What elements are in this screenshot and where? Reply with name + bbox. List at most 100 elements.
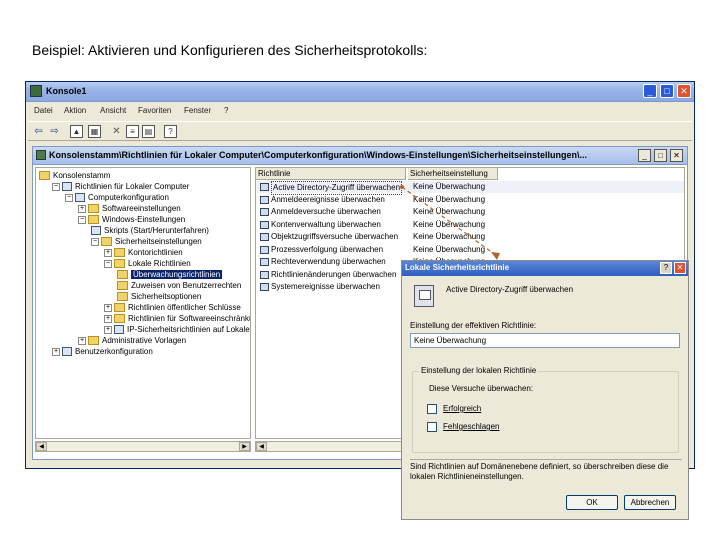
- tree-node[interactable]: + Administrative Vorlagen: [78, 335, 186, 346]
- col-header-sicherheitseinstellung[interactable]: Sicherheitseinstellung: [408, 168, 498, 180]
- col-header-richtlinie[interactable]: Richtlinie: [256, 168, 406, 180]
- folder-icon: [114, 314, 125, 324]
- properties-icon[interactable]: ≡: [126, 125, 139, 138]
- policy-icon: [260, 195, 269, 204]
- forward-arrow-icon[interactable]: ⇨: [48, 125, 61, 138]
- expand-icon[interactable]: +: [104, 303, 112, 312]
- cancel-button[interactable]: Abbrechen: [624, 495, 676, 510]
- success-checkbox[interactable]: [427, 404, 437, 414]
- tree-node[interactable]: − Richtlinien für Lokaler Computer: [52, 181, 189, 192]
- expand-icon[interactable]: +: [52, 347, 60, 356]
- menubar: Datei Aktion Ansicht Favoriten Fenster ?: [28, 104, 692, 118]
- scroll-right-icon[interactable]: ▶: [239, 442, 250, 451]
- expand-icon[interactable]: +: [104, 325, 112, 334]
- tree-horizontal-scrollbar[interactable]: ◀ ▶: [35, 441, 251, 452]
- policy-icon: [260, 283, 269, 291]
- console-tree: Konsolenstamm − Richtlinien für Lokaler Co…: [35, 167, 251, 439]
- menu-datei[interactable]: Datei: [34, 106, 53, 115]
- collapse-icon[interactable]: −: [104, 259, 112, 268]
- back-arrow-icon[interactable]: ⇦: [32, 125, 45, 138]
- mmc-app-icon: [30, 85, 42, 97]
- expand-icon[interactable]: +: [78, 204, 86, 213]
- expand-icon[interactable]: +: [104, 314, 112, 323]
- tree-node[interactable]: + Softwareeinstellungen: [78, 203, 181, 214]
- delete-icon[interactable]: ✕: [110, 125, 123, 138]
- collapse-icon[interactable]: −: [52, 182, 60, 191]
- policy-icon: [414, 285, 434, 307]
- dialog-close-button[interactable]: ✕: [674, 262, 686, 274]
- computer-icon: [62, 182, 72, 192]
- expand-icon[interactable]: +: [104, 248, 112, 257]
- failure-checkbox[interactable]: [427, 422, 437, 432]
- tree-node[interactable]: Sicherheitsoptionen: [117, 291, 201, 302]
- collapse-icon[interactable]: −: [78, 215, 86, 224]
- policy-icon: [260, 233, 269, 241]
- tree-node-label: Kontorichtlinien: [128, 248, 183, 257]
- show-tree-icon[interactable]: ▦: [88, 125, 101, 138]
- tree-node-label: Richtlinien für Softwareeinschränkungen: [128, 314, 250, 323]
- policy-icon: [260, 245, 269, 254]
- policy-setting: Keine Überwachung: [413, 219, 486, 229]
- child-close-button[interactable]: ✕: [670, 149, 683, 162]
- up-folder-icon[interactable]: ▲: [70, 125, 83, 138]
- policy-setting: Keine Überwachung: [413, 244, 486, 254]
- tree-node-label: Benutzerkonfiguration: [75, 347, 153, 356]
- tree-node[interactable]: + Kontorichtlinien: [104, 247, 183, 258]
- list-scroll-left-icon[interactable]: ◀: [256, 442, 267, 451]
- policy-row[interactable]: Objektzugriffsversuche überwachen Keine Ü…: [256, 231, 684, 243]
- policy-row[interactable]: Kontenverwaltung überwachen Keine Überwac…: [256, 219, 684, 231]
- menu-ansicht[interactable]: Ansicht: [100, 106, 126, 115]
- maximize-button[interactable]: □: [660, 84, 674, 98]
- tree-node[interactable]: + Richtlinien öffentlicher Schlüsse: [104, 302, 241, 313]
- dialog-policy-name: Active Directory-Zugriff überwachen: [446, 285, 574, 294]
- scroll-left-icon[interactable]: ◀: [36, 442, 47, 451]
- tree-node[interactable]: + IP-Sicherheitsrichtlinien auf Lokaler C…: [104, 324, 250, 335]
- tree-node[interactable]: Skripts (Start/Herunterfahren): [91, 225, 209, 236]
- tree-node[interactable]: − Lokale Richtlinien: [104, 258, 191, 269]
- computer-icon: [75, 193, 85, 203]
- ok-button[interactable]: OK: [566, 495, 618, 510]
- menu-favoriten[interactable]: Favoriten: [138, 106, 171, 115]
- policy-setting: Keine Überwachung: [413, 207, 486, 216]
- child-minimize-button[interactable]: _: [638, 149, 651, 162]
- tree-node[interactable]: − Computerkonfiguration: [65, 192, 169, 203]
- collapse-icon[interactable]: −: [65, 193, 73, 202]
- policy-row[interactable]: Anmeldeereignisse überwachen Keine Überwa…: [256, 194, 684, 206]
- success-label: Erfolgreich: [443, 404, 482, 413]
- dialog-help-button[interactable]: ?: [660, 262, 672, 274]
- tree-node[interactable]: + Benutzerkonfiguration: [52, 346, 153, 357]
- attempts-label: Diese Versuche überwachen:: [429, 384, 534, 393]
- policy-row[interactable]: Prozessverfolgung überwachen Keine Überwa…: [256, 244, 684, 256]
- export-list-icon[interactable]: ▤: [142, 125, 155, 138]
- policy-name: Anmeldeereignisse überwachen: [271, 194, 385, 204]
- console-titlebar: Konsole1 _ □ ✕: [26, 82, 694, 102]
- tree-node[interactable]: + Richtlinien für Softwareeinschränkungen: [104, 313, 250, 324]
- minimize-button[interactable]: _: [643, 84, 657, 98]
- help-icon[interactable]: ?: [164, 125, 177, 138]
- tree-node[interactable]: − Windows-Einstellungen: [78, 214, 185, 225]
- policy-icon: [260, 208, 269, 216]
- expand-icon[interactable]: +: [78, 336, 86, 345]
- collapse-icon[interactable]: −: [91, 237, 99, 246]
- policy-icon: [260, 183, 269, 191]
- folder-icon: [88, 215, 99, 225]
- tree-node-label: Computerkonfiguration: [88, 193, 169, 202]
- tree-node[interactable]: Zuweisen von Benutzerrechten: [117, 280, 241, 291]
- tree-node[interactable]: − Sicherheitseinstellungen: [91, 236, 202, 247]
- close-button[interactable]: ✕: [677, 84, 691, 98]
- folder-icon: [114, 259, 125, 269]
- child-maximize-button[interactable]: □: [654, 149, 667, 162]
- menu-fenster[interactable]: Fenster: [184, 106, 211, 115]
- dialog-separator: [410, 459, 682, 460]
- menu-aktion[interactable]: Aktion: [64, 106, 86, 115]
- policy-row[interactable]: Active Directory-Zugriff überwachen Keine…: [256, 181, 684, 195]
- menu-help[interactable]: ?: [224, 106, 228, 115]
- folder-icon: [39, 171, 50, 181]
- policy-icon: [260, 270, 269, 279]
- tree-node-label: Softwareeinstellungen: [102, 204, 181, 213]
- policy-row[interactable]: Anmeldeversuche überwachen Keine Überwach…: [256, 206, 684, 218]
- console-root-icon: [36, 150, 46, 160]
- tree-node-label: Administrative Vorlagen: [102, 336, 187, 345]
- tree-node[interactable]: Konsolenstamm: [39, 170, 110, 181]
- tree-node[interactable]: Überwachungsrichtlinien: [117, 269, 223, 280]
